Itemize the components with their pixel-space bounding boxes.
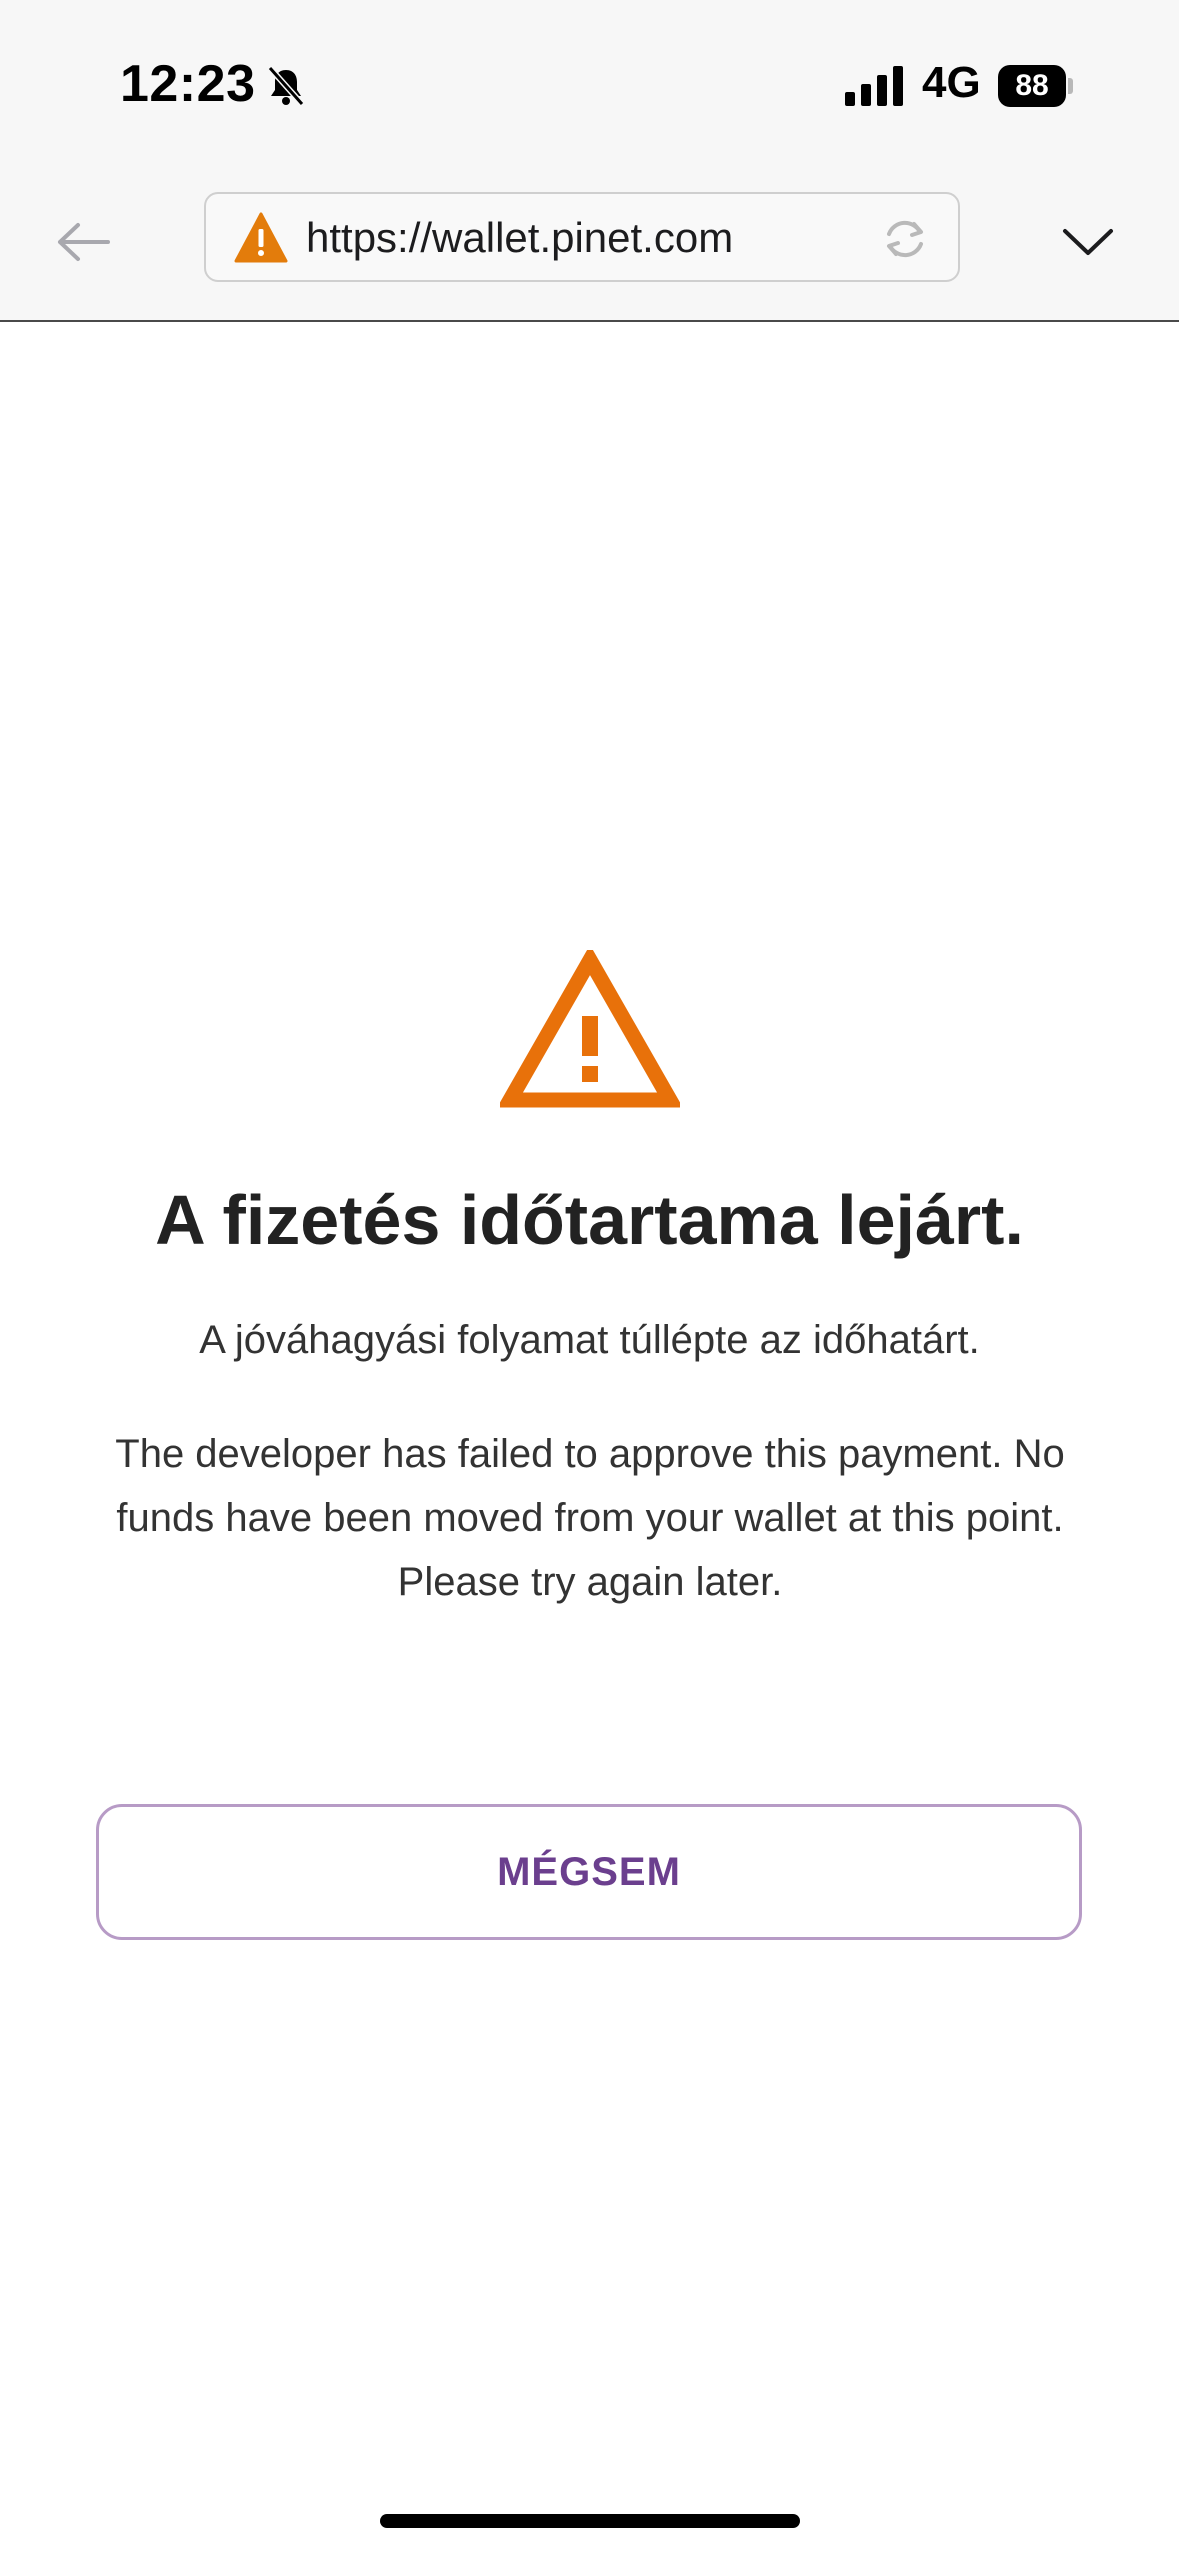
back-button[interactable] [52, 210, 116, 274]
network-label: 4G [922, 58, 981, 107]
warning-icon [234, 212, 288, 263]
status-bar: 12:23 4G 88 [0, 0, 1179, 170]
url-bar[interactable]: https://wallet.pinet.com [204, 192, 960, 282]
error-message: The developer has failed to approve this… [115, 1432, 1065, 1604]
status-time: 12:23 [120, 55, 256, 113]
browser-toolbar: https://wallet.pinet.com [0, 170, 1179, 322]
back-arrow-icon [58, 223, 110, 261]
reload-icon[interactable] [880, 214, 930, 264]
page-title: A fizetés időtartama lejárt. [155, 1181, 1024, 1259]
signal-icon [845, 66, 903, 106]
warning-icon [500, 950, 680, 1108]
home-indicator[interactable] [380, 2514, 800, 2528]
subtitle: A jóváhagyási folyamat túllépte az időha… [199, 1318, 980, 1362]
bell-slash-icon [267, 66, 305, 106]
battery-tip [1068, 78, 1073, 94]
battery-icon: 88 [998, 65, 1073, 107]
cancel-button[interactable]: MÉGSEM [96, 1804, 1082, 1940]
expand-menu-button[interactable] [1058, 212, 1118, 272]
battery-level: 88 [998, 65, 1066, 107]
chevron-down-icon [1063, 229, 1113, 255]
url-text: https://wallet.pinet.com [306, 214, 734, 261]
